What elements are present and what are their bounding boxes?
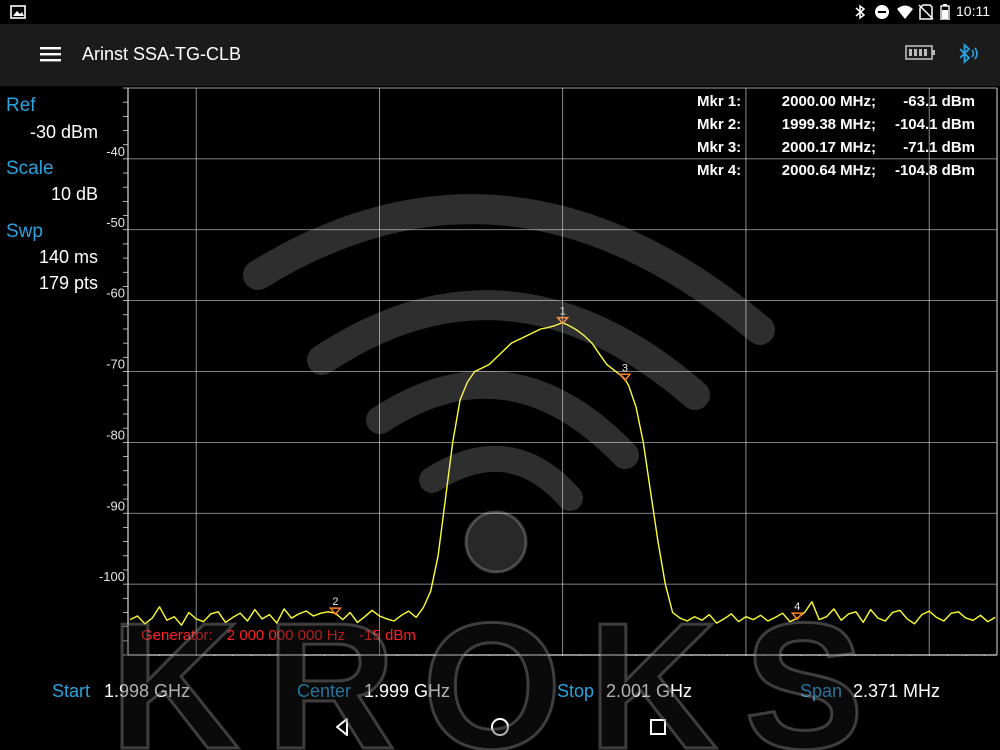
clock: 10:11	[956, 3, 990, 19]
menu-button[interactable]	[36, 42, 66, 68]
generator-level: -15 dBm	[359, 627, 416, 644]
y-tick-label: -70	[106, 357, 125, 372]
marker-readout-label: Mkr 1:	[697, 93, 741, 110]
y-tick-label: -50	[106, 215, 125, 230]
no-sim-icon	[918, 4, 934, 20]
span-label[interactable]: Span	[800, 681, 842, 702]
marker-readout-label: Mkr 4:	[697, 162, 741, 179]
center-value[interactable]: 1.999 GHz	[364, 681, 450, 702]
marker-readout: Mkr 1: 2000.00 MHz; -63.1 dBm Mkr 2: 1999.38…	[697, 93, 975, 179]
stop-value[interactable]: 2.001 GHz	[606, 681, 692, 702]
home-icon[interactable]	[489, 716, 511, 738]
marker-2-label: 2	[332, 596, 338, 608]
y-tick-label: -60	[106, 286, 125, 301]
spectrum-plot[interactable]: -40-50-60-70-80-90-100 19991999.52000200…	[0, 86, 1000, 656]
status-bar: 10:11	[0, 0, 1000, 24]
span-value[interactable]: 2.371 MHz	[853, 681, 940, 702]
marker-4-label: 4	[794, 601, 800, 613]
back-icon[interactable]	[332, 716, 352, 738]
marker-readout-level: -104.1 dBm	[895, 116, 975, 133]
recents-icon[interactable]	[648, 716, 668, 738]
bluetooth-connected-icon	[959, 42, 978, 65]
app-bar: Arinst SSA-TG-CLB	[0, 24, 1000, 86]
y-tick-label: -40	[106, 144, 125, 159]
marker-readout-frequency: 2000.17 MHz;	[782, 139, 876, 156]
marker-2-triangle[interactable]	[328, 607, 343, 616]
generator-label: Generator:	[141, 627, 213, 644]
start-value[interactable]: 1.998 GHz	[104, 681, 190, 702]
do-not-disturb-icon	[875, 5, 889, 19]
wifi-icon	[897, 5, 913, 19]
bluetooth-connect-button[interactable]	[955, 41, 981, 72]
stop-label[interactable]: Stop	[557, 681, 594, 702]
start-label[interactable]: Start	[52, 681, 90, 702]
marker-readout-level: -104.8 dBm	[895, 162, 975, 179]
app-title: Arinst SSA-TG-CLB	[82, 44, 242, 64]
marker-3-label: 3	[622, 362, 628, 374]
marker-readout-frequency: 1999.38 MHz;	[782, 116, 876, 133]
y-axis: -40 -50 -60 -70 -80 -90 -100	[99, 144, 125, 584]
generator-frequency: 2 000 000 000 Hz	[226, 627, 346, 644]
battery-icon	[940, 4, 950, 20]
marker-3-triangle[interactable]	[618, 373, 632, 382]
markers: 1 2 3 4	[328, 306, 804, 621]
marker-readout-frequency: 2000.00 MHz;	[782, 93, 876, 110]
screen: 10:11 Arinst SSA-TG-CLB Ref -30 dBm Scal…	[0, 0, 1000, 750]
y-tick-label: -80	[106, 427, 125, 442]
marker-readout-level: -63.1 dBm	[903, 93, 975, 110]
marker-1-label: 1	[560, 306, 566, 318]
navigation-bar	[0, 706, 1000, 750]
marker-readout-frequency: 2000.64 MHz;	[782, 162, 876, 179]
device-battery-icon	[905, 45, 935, 60]
generator-readout: Generator: 2 000 000 000 Hz -15 dBm	[141, 627, 430, 644]
marker-readout-label: Mkr 3:	[697, 139, 741, 156]
marker-readout-level: -71.1 dBm	[903, 139, 975, 156]
menu-icon	[40, 47, 61, 62]
picture-icon	[10, 5, 26, 19]
marker-readout-label: Mkr 2:	[697, 116, 741, 133]
bluetooth-icon	[855, 4, 866, 20]
y-tick-label: -90	[106, 498, 125, 513]
y-tick-label: -100	[99, 569, 125, 584]
center-label[interactable]: Center	[297, 681, 351, 702]
